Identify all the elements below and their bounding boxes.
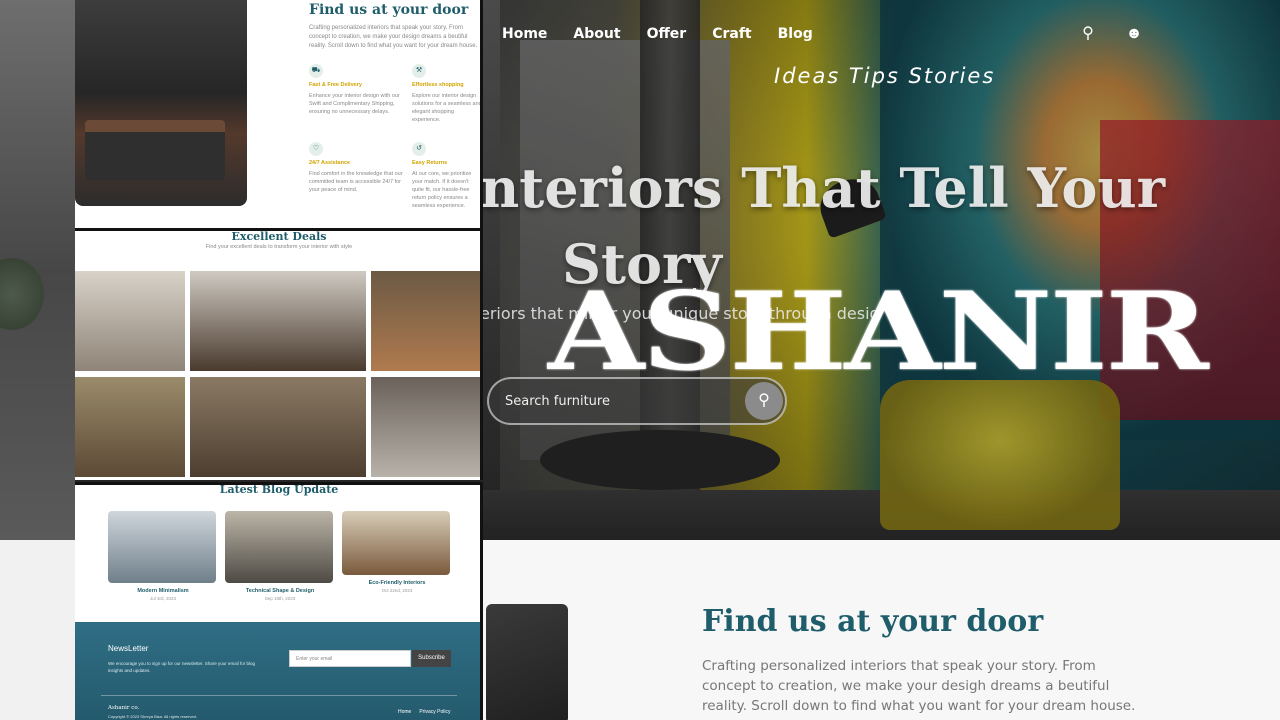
blog-card[interactable]: Technical Shape & Design Sep 18th, 2023	[225, 511, 335, 601]
deal-image[interactable]	[371, 271, 480, 371]
feature-title: Fast & Free Delivery	[309, 82, 362, 88]
blog-title: Latest Blog Update	[219, 483, 339, 496]
blog-card[interactable]: Eco-Friendly Interiors Oct 22nd, 2023	[342, 511, 452, 593]
blog-card-title: Eco-Friendly Interiors	[368, 580, 426, 586]
blog-card-title: Modern Minimalism	[137, 588, 189, 594]
blog-card-date: Sep 18th, 2023	[264, 596, 296, 601]
search-icon[interactable]: ⚲	[1078, 24, 1098, 44]
footer-brand: Ashanir co.	[108, 705, 140, 711]
return-icon: ↺	[412, 142, 426, 156]
left-bg-decoration	[0, 0, 75, 540]
newsletter-title: NewsLetter	[108, 644, 149, 653]
find-section-photo	[486, 604, 568, 720]
main-nav: Home About Offer Craft Blog	[502, 26, 813, 42]
subscribe-button[interactable]: Subscribe	[412, 650, 451, 667]
find-section-text: Crafting personalized interiors that spe…	[702, 658, 1136, 714]
nav-offer[interactable]: Offer	[647, 26, 687, 42]
feature-item: ⛟ Fast & Free Delivery Enhance your inte…	[309, 64, 405, 116]
preview-deals-panel: Excellent Deals Find your excellent deal…	[75, 228, 483, 480]
nav-icons: ⚲ ☻	[1078, 24, 1144, 44]
blog-card-date: Oct 22nd, 2023	[381, 588, 413, 593]
footer-copyright: Copyright © 2023 Shreya Bisa. All rights…	[108, 714, 197, 719]
hero-title-line1: nteriors That Tell Your	[480, 156, 1166, 220]
deal-image[interactable]	[75, 271, 185, 371]
blog-image	[342, 511, 450, 575]
deal-image[interactable]	[190, 271, 366, 371]
newsletter-email-input[interactable]: Enter your email	[289, 650, 411, 667]
search-bar: ⚲	[487, 377, 787, 425]
preview-find-text: Crafting personalized interiors that spe…	[309, 25, 478, 49]
bedroom-image	[75, 0, 247, 206]
blog-image	[108, 511, 216, 583]
feature-title: Effortless shopping	[412, 82, 464, 88]
hero-tagline: Ideas Tips Stories	[774, 64, 996, 88]
feature-item: ♡ 24/7 Assistance Find comfort in the kn…	[309, 142, 405, 194]
preview-footer-panel: NewsLetter We encourage you to sign up f…	[75, 622, 483, 720]
nav-blog[interactable]: Blog	[778, 26, 813, 42]
truck-icon: ⛟	[309, 64, 323, 78]
feature-item: ⚒ Effortless shopping Explore our interi…	[412, 64, 482, 124]
blog-card[interactable]: Modern Minimalism Jul 3rd, 2023	[108, 511, 218, 601]
preview-find-title: Find us at your door	[309, 2, 469, 18]
find-section-title: Find us at your door	[702, 604, 1044, 639]
deal-image[interactable]	[190, 377, 366, 477]
deals-title: Excellent Deals	[231, 230, 327, 243]
page: Home About Offer Craft Blog ⚲ ☻ Ideas Ti…	[0, 0, 1280, 720]
preview-blog-panel: Latest Blog Update Modern Minimalism Jul…	[75, 482, 483, 625]
nav-home[interactable]: Home	[502, 26, 547, 42]
feature-text: Explore our interior design solutions fo…	[412, 93, 482, 123]
deals-subtitle: Find your excellent deals to transform y…	[205, 244, 353, 250]
plant-image	[0, 258, 44, 330]
nav-craft[interactable]: Craft	[712, 26, 751, 42]
user-icon[interactable]: ☻	[1124, 24, 1144, 44]
heart-icon: ♡	[309, 142, 323, 156]
blog-card-date: Jul 3rd, 2023	[149, 596, 177, 601]
feature-item: ↺ Easy Returns At our core, we prioritiz…	[412, 142, 480, 210]
feature-text: Enhance your interior design with our Sw…	[309, 93, 400, 115]
footer-link-home[interactable]: Home	[398, 709, 411, 715]
cart-icon: ⚒	[412, 64, 426, 78]
deal-image[interactable]	[75, 377, 185, 477]
search-input[interactable]	[505, 393, 735, 409]
preview-find-panel: Find us at your door Crafting personaliz…	[75, 0, 483, 228]
blog-card-title: Technical Shape & Design	[245, 588, 315, 594]
search-button[interactable]: ⚲	[745, 382, 783, 420]
footer-link-privacy[interactable]: Privacy Policy	[419, 709, 450, 715]
feature-text: Find comfort in the knowledge that our c…	[309, 171, 403, 193]
brand-logo: ASHANIR	[548, 269, 1209, 395]
blog-image	[225, 511, 333, 583]
feature-title: Easy Returns	[412, 160, 448, 166]
footer-links: Home Privacy Policy	[398, 709, 450, 715]
footer-divider	[101, 695, 457, 696]
deal-image[interactable]	[371, 377, 480, 477]
feature-title: 24/7 Assistance	[309, 160, 351, 166]
feature-text: At our core, we prioritize your match. I…	[412, 171, 472, 209]
nav-about[interactable]: About	[573, 26, 620, 42]
newsletter-text: We encourage you to sign up for our news…	[108, 661, 255, 673]
